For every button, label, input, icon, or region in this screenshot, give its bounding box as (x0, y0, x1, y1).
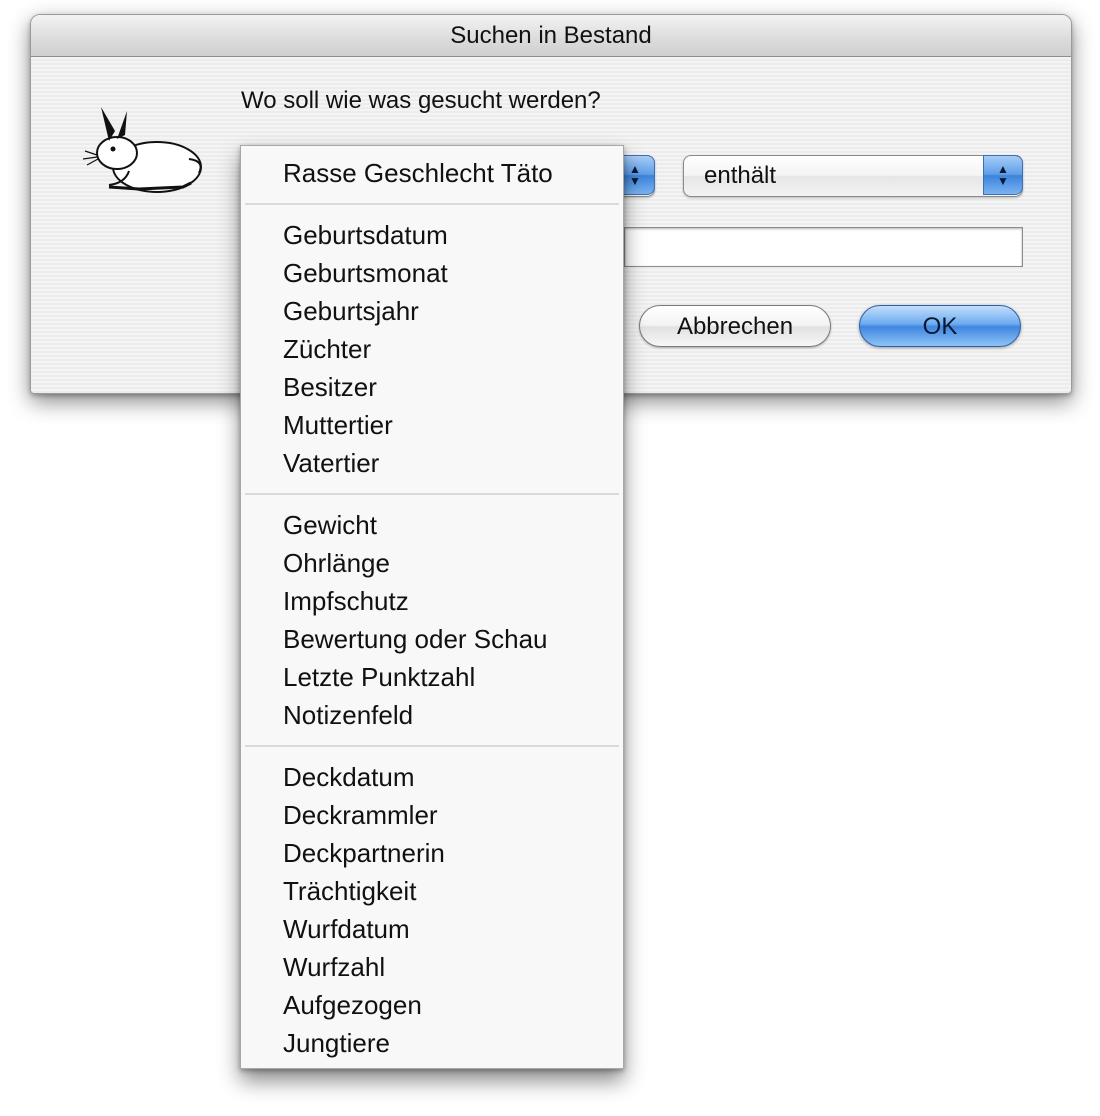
menu-item[interactable]: Impfschutz (283, 586, 409, 617)
cancel-button[interactable]: Abbrechen (639, 305, 831, 347)
menu-item[interactable]: Vatertier (283, 448, 379, 479)
menu-item[interactable]: Bewertung oder Schau (283, 624, 548, 655)
menu-item[interactable]: Deckdatum (283, 762, 415, 793)
operator-popup-value: enthält (704, 162, 777, 189)
menu-item[interactable]: Geburtsmonat (283, 258, 448, 289)
operator-popup[interactable]: enthält ▲ ▼ (683, 155, 1023, 197)
rabbit-icon (82, 107, 202, 193)
menu-item[interactable]: Geburtsdatum (283, 220, 448, 251)
menu-item[interactable]: Wurfzahl (283, 952, 385, 983)
menu-item-header[interactable]: Rasse Geschlecht Täto (283, 158, 553, 189)
window-title: Suchen in Bestand (31, 15, 1071, 57)
ok-button[interactable]: OK (859, 305, 1021, 347)
menu-item[interactable]: Wurfdatum (283, 914, 410, 945)
menu-item[interactable]: Besitzer (283, 372, 377, 403)
field-dropdown-menu: Rasse Geschlecht Täto Geburtsdatum Gebur… (240, 145, 624, 1069)
menu-item[interactable]: Trächtigkeit (283, 876, 416, 907)
dialog-prompt: Wo soll wie was gesucht werden? (241, 87, 601, 114)
menu-separator (245, 745, 619, 747)
menu-item[interactable]: Züchter (283, 334, 371, 365)
menu-item[interactable]: Deckpartnerin (283, 838, 445, 869)
menu-item[interactable]: Muttertier (283, 410, 393, 441)
menu-item[interactable]: Aufgezogen (283, 990, 422, 1021)
menu-item[interactable]: Gewicht (283, 510, 377, 541)
menu-separator (245, 493, 619, 495)
menu-item[interactable]: Ohrlänge (283, 548, 390, 579)
menu-item[interactable]: Geburtsjahr (283, 296, 419, 327)
menu-separator (245, 203, 619, 205)
up-down-arrows-icon: ▲ ▼ (983, 155, 1023, 195)
search-value-input[interactable] (624, 227, 1023, 267)
menu-item[interactable]: Deckrammler (283, 800, 438, 831)
menu-item[interactable]: Notizenfeld (283, 700, 413, 731)
menu-item[interactable]: Jungtiere (283, 1028, 390, 1059)
menu-item[interactable]: Letzte Punktzahl (283, 662, 475, 693)
